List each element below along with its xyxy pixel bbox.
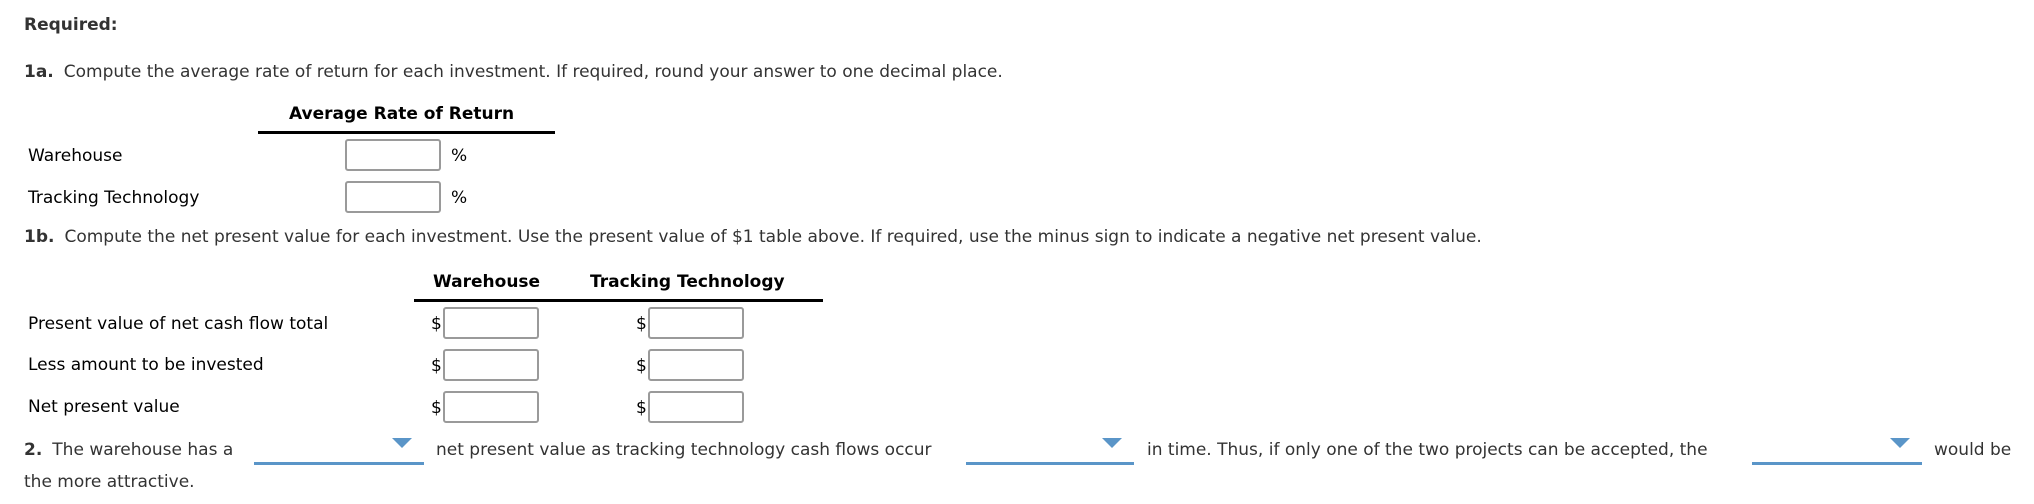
more-attractive-project-dropdown[interactable] xyxy=(1752,434,1922,465)
percent-unit: % xyxy=(451,146,468,166)
tracking-pv-net-cash-flow-input[interactable] xyxy=(648,307,744,339)
row-label-tracking-technology: Tracking Technology xyxy=(28,188,200,208)
cash-flow-timing-dropdown[interactable] xyxy=(966,434,1134,465)
column-header-warehouse: Warehouse xyxy=(433,272,541,292)
header-rule xyxy=(258,131,555,134)
question-2-start: 2. The warehouse has a xyxy=(24,440,233,460)
tracking-amount-invested-input[interactable] xyxy=(648,349,744,381)
tracking-technology-rate-input[interactable] xyxy=(345,181,441,213)
column-header-tracking-technology: Tracking Technology xyxy=(590,272,785,292)
question-1b: 1b. Compute the net present value for eac… xyxy=(24,227,1482,247)
row-label-warehouse: Warehouse xyxy=(28,146,123,166)
percent-unit: % xyxy=(451,188,468,208)
question-1a-number: 1a. xyxy=(24,62,54,82)
question-1a: 1a. Compute the average rate of return fo… xyxy=(24,62,1003,82)
row-label-net-present-value: Net present value xyxy=(28,397,180,417)
warehouse-npv-input[interactable] xyxy=(443,391,539,423)
npv-comparison-dropdown[interactable] xyxy=(254,434,424,465)
question-2-text-5: the more attractive. xyxy=(24,472,195,492)
warehouse-rate-input[interactable] xyxy=(345,139,441,171)
dollar-sign: $ xyxy=(636,356,647,376)
warehouse-pv-net-cash-flow-input[interactable] xyxy=(443,307,539,339)
question-2-text-2: net present value as tracking technology… xyxy=(436,440,932,460)
dollar-sign: $ xyxy=(636,398,647,418)
dropdown-arrow-icon xyxy=(1102,438,1122,448)
question-1b-number: 1b. xyxy=(24,227,55,247)
dropdown-arrow-icon xyxy=(392,438,412,448)
row-label-pv-net-cash-flow: Present value of net cash flow total xyxy=(28,314,329,334)
question-1b-text: Compute the net present value for each i… xyxy=(64,227,1482,247)
question-1a-text: Compute the average rate of return for e… xyxy=(63,62,1003,82)
header-rule xyxy=(414,299,823,302)
row-label-amount-invested: Less amount to be invested xyxy=(28,355,264,375)
dollar-sign: $ xyxy=(431,398,442,418)
tracking-npv-input[interactable] xyxy=(648,391,744,423)
question-2-text-1: The warehouse has a xyxy=(52,440,234,460)
question-2-text-4: would be xyxy=(1934,440,2012,460)
dollar-sign: $ xyxy=(431,356,442,376)
average-rate-of-return-header: Average Rate of Return xyxy=(289,104,515,124)
dollar-sign: $ xyxy=(431,314,442,334)
required-heading: Required: xyxy=(24,15,118,35)
question-2-number: 2. xyxy=(24,440,43,460)
warehouse-amount-invested-input[interactable] xyxy=(443,349,539,381)
dollar-sign: $ xyxy=(636,314,647,334)
question-2-text-3: in time. Thus, if only one of the two pr… xyxy=(1147,440,1708,460)
dropdown-arrow-icon xyxy=(1890,438,1910,448)
